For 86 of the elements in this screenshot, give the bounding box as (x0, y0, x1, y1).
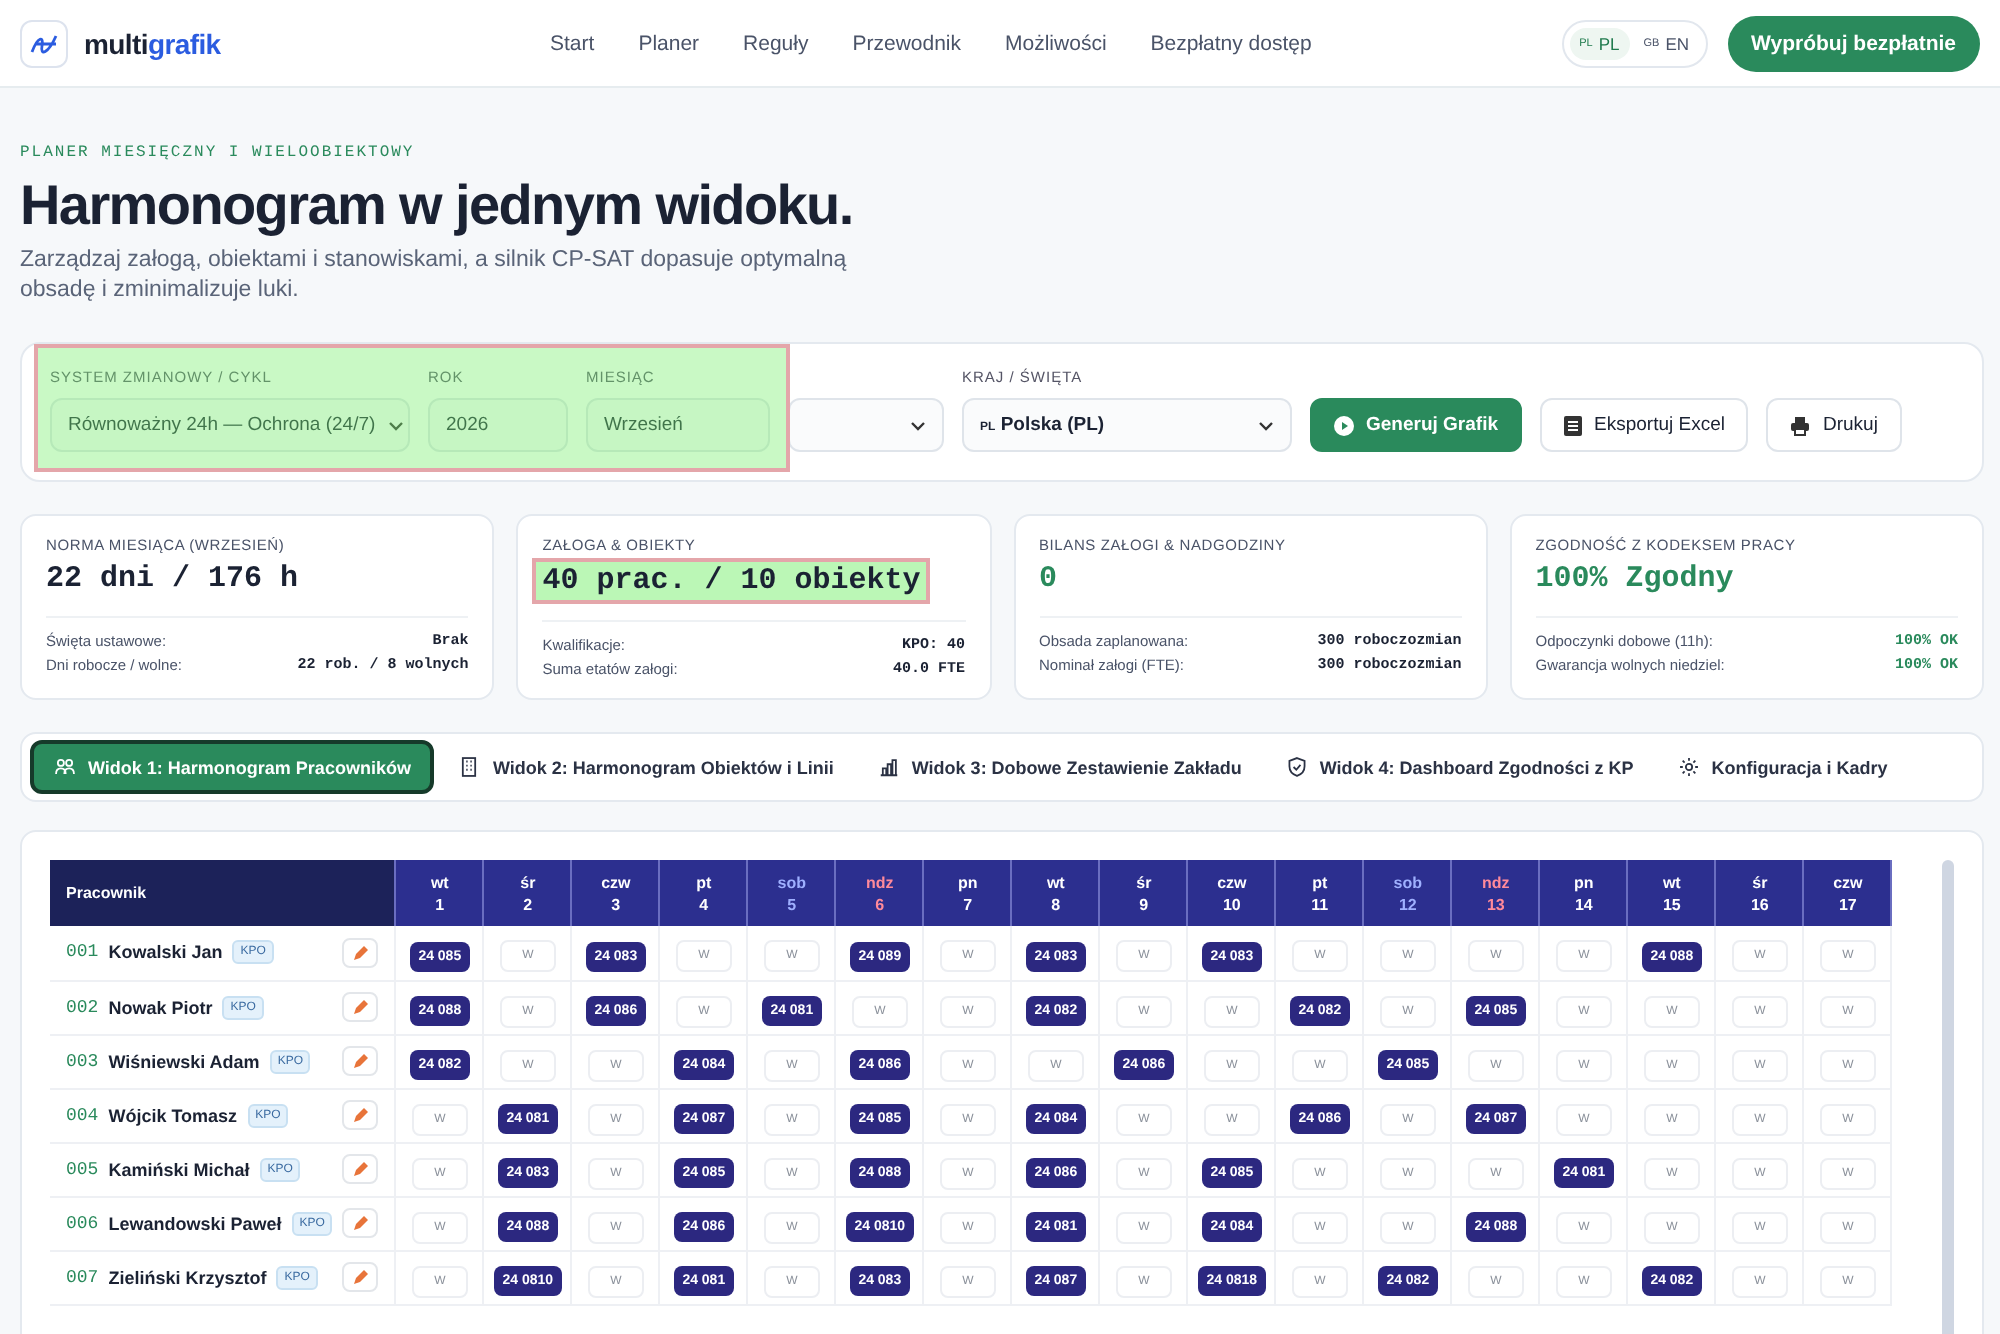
employee-number: 006 (66, 1213, 99, 1233)
play-icon (1334, 415, 1354, 435)
day-header: pt 11 (1311, 871, 1329, 915)
select-field[interactable]: Równoważny 24h — Ochrona (24/7) (50, 398, 410, 452)
people-icon (54, 756, 76, 778)
input-field[interactable]: 2026 (428, 398, 568, 452)
day-header: pn 7 (958, 871, 978, 915)
page-subtitle: Zarządzaj załogą, obiektami i stanowiskami, a silnik CP-SAT dopasuje optymalną obsadę i zminimalizuje luki. (20, 246, 849, 306)
edit-button[interactable] (342, 1100, 379, 1130)
settings-icon (1677, 756, 1700, 778)
view-tab[interactable]: Widok 4: Dashboard Zgodności z KP (1265, 740, 1654, 794)
page-title: Harmonogram w jednym widoku. (20, 174, 855, 238)
export-button[interactable]: Eksportuj Excel (1540, 398, 1749, 452)
nav-link[interactable]: Możliwości (1005, 31, 1107, 55)
nav-link[interactable]: Planer (638, 31, 700, 55)
employee-name: Lewandowski Paweł (108, 1213, 282, 1233)
edit-button[interactable] (342, 1262, 379, 1292)
input-field[interactable]: Wrzesień (586, 398, 770, 452)
employee-number: 004 (66, 1105, 99, 1125)
pencil-icon (351, 1268, 370, 1286)
edit-button[interactable] (342, 937, 379, 968)
employee-name: Wójcik Tomasz (108, 1105, 238, 1125)
day-header: pn 14 (1574, 871, 1594, 915)
employee-number: 002 (66, 997, 99, 1017)
view-tab[interactable]: Widok 1: Harmonogram Pracowników (30, 740, 435, 794)
day-header: ndz 13 (1482, 871, 1510, 915)
pencil-icon (351, 1052, 370, 1070)
view-tab[interactable]: Widok 3: Dobowe Zestawienie Zakładu (857, 740, 1262, 794)
nav-link[interactable]: Bezpłatny dostęp (1150, 31, 1312, 55)
edit-button[interactable] (342, 1154, 379, 1184)
pencil-icon (351, 943, 370, 962)
logo-icon[interactable] (20, 19, 68, 67)
column-header: Pracownik (50, 860, 396, 926)
day-header: sob 12 (1393, 871, 1423, 915)
edit-button[interactable] (342, 1046, 379, 1076)
day-header: śr 2 (520, 871, 536, 915)
pencil-icon (351, 998, 370, 1016)
generate-button[interactable]: Generuj Grafik (1310, 398, 1522, 452)
logo-text[interactable]: multigrafik (84, 27, 221, 59)
chevron-down-icon (1258, 417, 1274, 433)
pencil-icon (351, 1214, 370, 1232)
day-header: ndz 6 (866, 871, 894, 915)
view-tab[interactable]: Widok 2: Harmonogram Obiektów i Linii (438, 740, 854, 794)
nav-link[interactable]: Reguły (743, 31, 809, 55)
employee-name: Wiśniewski Adam (108, 1051, 260, 1071)
print-button[interactable]: Drukuj (1766, 398, 1902, 452)
day-header: sob 5 (777, 871, 807, 915)
pencil-icon (351, 1160, 370, 1178)
employee-name: Kamiński Michał (108, 1159, 250, 1179)
employee-number: 001 (66, 942, 99, 963)
shield-check-icon (1285, 756, 1308, 778)
select-field[interactable] (788, 398, 944, 452)
building-icon (458, 756, 481, 778)
eyebrow-text: PLANER MIESIĘCZNY I WIELOOBIEKTOWY (20, 144, 417, 162)
printer-icon (1790, 415, 1811, 435)
day-header: czw 3 (601, 871, 631, 915)
day-header: wt 15 (1662, 871, 1681, 915)
day-header: wt 8 (1046, 871, 1065, 915)
day-header: czw 17 (1833, 871, 1863, 915)
employee-number: 003 (66, 1051, 99, 1071)
employee-number: 007 (66, 1267, 99, 1287)
card-value: 40 prac. / 10 obiekty (536, 562, 927, 600)
card-value: 0 (1039, 562, 1058, 596)
edit-button[interactable] (342, 992, 379, 1022)
day-header: śr 9 (1136, 871, 1152, 915)
day-header: czw 10 (1217, 871, 1247, 915)
nav-link[interactable]: Przewodnik (852, 31, 962, 55)
scrollbar[interactable] (1942, 860, 1954, 1334)
pencil-icon (351, 1106, 370, 1124)
employee-number: 005 (66, 1159, 99, 1179)
edit-button[interactable] (342, 1208, 379, 1238)
view-tab[interactable]: Konfiguracja i Kadry (1657, 740, 1908, 794)
try-free-button[interactable]: Wypróbuj bezpłatnie (1727, 15, 1980, 71)
card-value: 100% Zgodny (1535, 562, 1734, 596)
day-header: śr 16 (1750, 871, 1769, 915)
chevron-down-icon (910, 417, 926, 433)
employee-name: Nowak Piotr (108, 997, 213, 1017)
day-header: wt 1 (430, 871, 449, 915)
document-icon (1564, 415, 1582, 435)
employee-name: Zieliński Krzysztof (108, 1267, 267, 1287)
employee-name: Kowalski Jan (108, 942, 223, 963)
bar-chart-icon (877, 756, 900, 778)
chevron-down-icon (387, 417, 404, 433)
day-header: pt 4 (696, 871, 712, 915)
card-value: 22 dni / 176 h (46, 562, 299, 596)
nav-link[interactable]: Start (550, 31, 595, 55)
